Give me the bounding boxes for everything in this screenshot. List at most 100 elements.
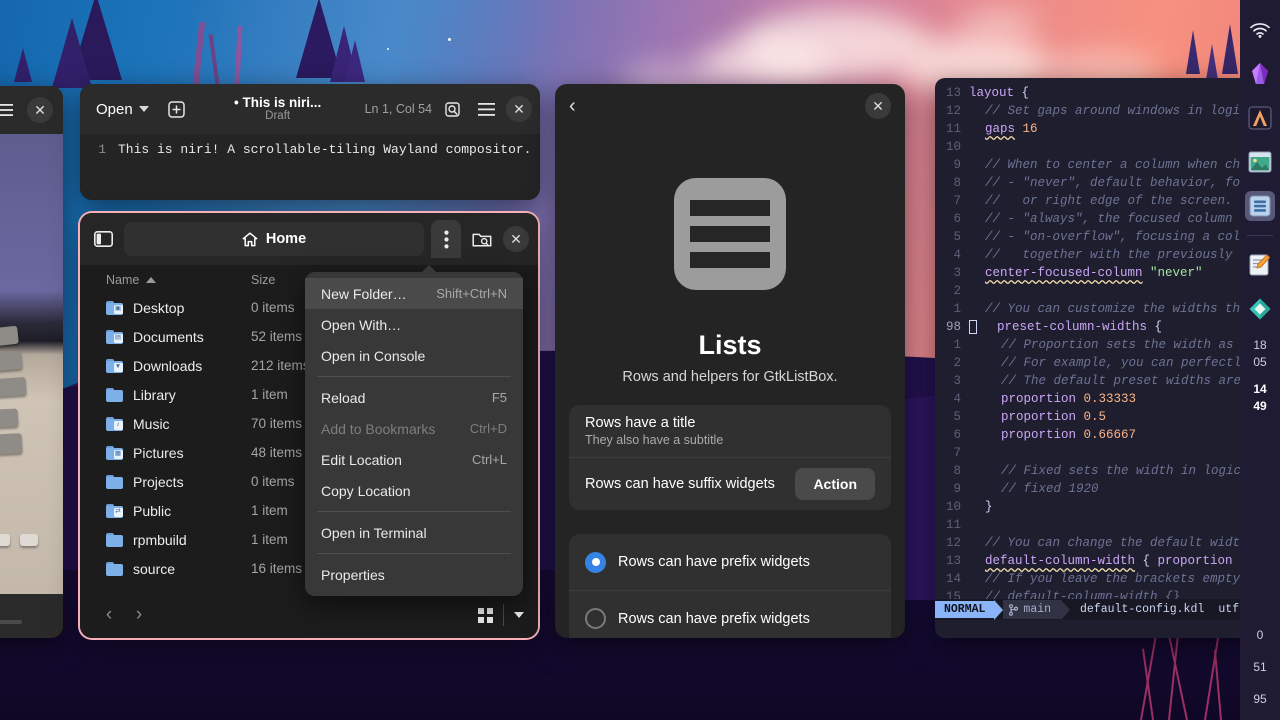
menu-item-accelerator: F5 [492,390,507,405]
file-size-label: 70 items [251,416,302,431]
kebab-menu-icon[interactable] [431,220,461,258]
file-name-label: Public [133,503,171,519]
code-text: proportion 0.5 [969,410,1106,424]
folder-icon: ▼ [106,359,123,373]
menu-item-label: New Folder… [321,286,407,302]
status-value: 0 [1257,628,1264,642]
plus-icon[interactable] [163,95,191,123]
close-icon[interactable]: ✕ [27,97,53,123]
lists-hero: Lists Rows and helpers for GtkListBox. [555,128,905,385]
list-item[interactable]: Rows can have suffix widgets Action [569,457,891,510]
hamburger-icon[interactable] [0,96,19,124]
radio-button[interactable] [585,552,606,573]
menu-item[interactable]: Open in Console [305,340,523,371]
menu-item-label: Open With… [321,317,401,333]
chevron-left-icon[interactable]: ‹ [94,600,124,630]
menu-item-accelerator: Ctrl+D [470,421,507,436]
menu-item[interactable]: Properties [305,559,523,590]
time-display: 14 49 [1253,381,1266,415]
code-line: 1// Proportion sets the width as [935,336,1250,354]
menu-item[interactable]: Open in Terminal [305,517,523,548]
neovim-window[interactable]: 13layout {12// Set gaps around windows i… [935,78,1250,638]
folder-icon: ⇄ [106,504,123,518]
file-name-label: Downloads [133,358,202,374]
filename-label: default-config.kdl [1070,603,1204,616]
radio-button[interactable] [585,608,606,629]
row-title: Rows can have prefix widgets [618,611,810,627]
sidebar-toggle-icon[interactable] [89,225,117,253]
line-number: 4 [935,248,969,262]
column-header-name[interactable]: Name [106,273,251,287]
menu-item[interactable]: ReloadF5 [305,382,523,413]
folder-emblem-download: ▼ [114,363,123,372]
divider [503,604,504,626]
file-name-label: Projects [133,474,184,490]
code-line: 14// If you leave the brackets empty, [935,570,1250,588]
line-number: 13 [935,86,969,100]
hamburger-icon[interactable] [472,95,500,123]
line-number: 9 [935,482,969,496]
code-text: // If you leave the brackets empty, [969,572,1248,586]
menu-separator [317,376,511,377]
close-icon[interactable]: ✕ [503,226,529,252]
menu-item[interactable]: Copy Location [305,475,523,506]
image-viewer-window[interactable]: ✕ [0,86,63,638]
file-name-cell: Library [106,387,251,403]
neovim-statusline: NORMAL main default-config.kdl utf- [935,599,1250,620]
pine-tree [14,48,32,82]
line-number: 2 [935,356,969,370]
action-button[interactable]: Action [795,468,875,500]
diamond-app-icon[interactable] [1245,294,1275,324]
grid-view-icon[interactable] [478,608,493,623]
find-replace-icon[interactable] [438,95,466,123]
terminal-icon[interactable] [1245,103,1275,133]
editor-headerbar: Open • This is niri... Draft Ln 1, Col 5… [80,84,540,134]
list-item[interactable]: Rows can have prefix widgets [569,534,891,590]
lists-card-1: Rows have a title They also have a subti… [569,405,891,510]
line-number: 12 [935,536,969,550]
file-name-label: Desktop [133,300,184,316]
file-name-cell: ▼ Downloads [106,358,251,374]
chevron-left-icon[interactable]: ‹ [569,95,576,118]
text-editor-window[interactable]: Open • This is niri... Draft Ln 1, Col 5… [80,84,540,200]
lists-demo-window[interactable]: ‹ ✕ Lists Rows and helpers for GtkListBo… [555,84,905,638]
chevron-right-icon[interactable]: › [124,600,154,630]
menu-item[interactable]: Open With… [305,309,523,340]
code-line: 11 [935,516,1250,534]
code-editor-area[interactable]: 13layout {12// Set gaps around windows i… [935,78,1250,606]
list-item[interactable]: Rows can have prefix widgets [569,590,891,638]
path-bar-button[interactable]: Home [124,222,424,256]
context-menu[interactable]: New Folder…Shift+Ctrl+N Open With… Open in… [305,272,523,596]
text-editor-icon[interactable] [1245,250,1275,280]
close-icon[interactable]: ✕ [506,96,532,122]
spire [1186,30,1200,74]
folder-icon [106,475,123,489]
chevron-down-icon[interactable] [514,612,524,618]
column-header-size[interactable]: Size [251,273,275,287]
file-name-cell: ⇄ Public [106,503,251,519]
file-name-cell: ▤Documents [106,329,251,345]
folder-icon: ▤ [106,330,123,344]
code-line: 3// The default preset widths are [935,372,1250,390]
column-header-name-label: Name [106,273,139,287]
code-text: // or right edge of the screen. [969,194,1233,208]
file-manager-headerbar: Home ✕ [80,213,538,265]
file-name-label: Music [133,416,170,432]
menu-item[interactable]: Edit LocationCtrl+L [305,444,523,475]
page-title: Lists [555,330,905,361]
pine-tree [52,18,92,88]
crystal-icon[interactable] [1245,59,1275,89]
list-item[interactable]: Rows have a title They also have a subti… [569,405,891,457]
editor-text-area[interactable]: 1 This is niri! A scrollable-tiling Wayl… [80,134,540,200]
wifi-icon[interactable] [1245,15,1275,45]
code-text: // fixed 1920 [969,482,1099,496]
folder-emblem-music: ♪ [114,421,123,430]
lists-app-icon[interactable] [1245,191,1275,221]
taskbar[interactable]: 18 05 14 49 0 51 95 [1240,0,1280,720]
editor-document-title: • This is niri... [197,96,359,110]
open-button[interactable]: Open [88,96,157,123]
image-viewer-icon[interactable] [1245,147,1275,177]
close-icon[interactable]: ✕ [865,93,891,119]
folder-search-icon[interactable] [468,225,496,253]
menu-item[interactable]: New Folder…Shift+Ctrl+N [305,278,523,309]
